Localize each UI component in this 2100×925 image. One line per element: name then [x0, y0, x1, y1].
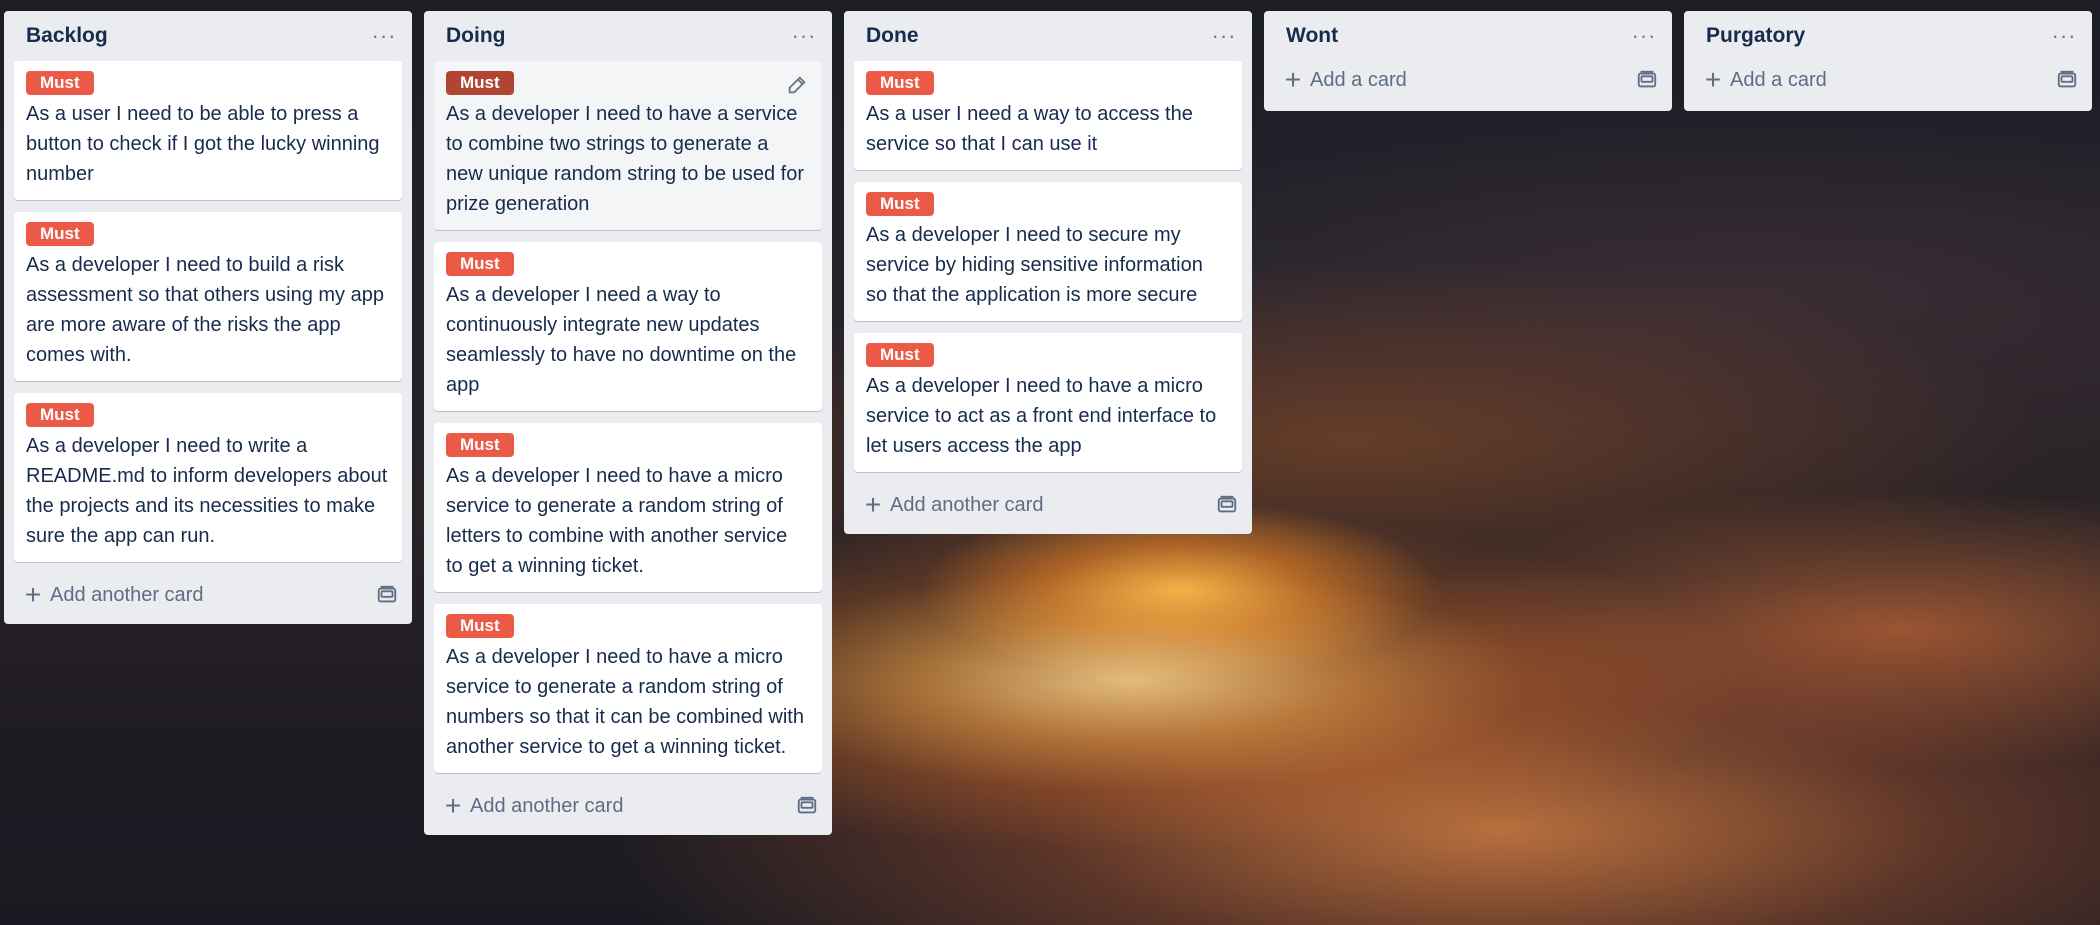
card-title: As a developer I need a way to continuou… — [446, 284, 797, 396]
card-template-icon[interactable] — [796, 795, 818, 817]
list-footer: + Add a card — [1684, 55, 2092, 105]
card-template-icon[interactable] — [1636, 69, 1658, 91]
add-card-label: Add another card — [470, 794, 624, 817]
label-must: Must — [446, 433, 514, 457]
add-card-label: Add a card — [1730, 68, 1827, 91]
card-title: As a user I need a way to access the ser… — [866, 103, 1193, 155]
add-card-label: Add another card — [50, 583, 204, 606]
card[interactable]: Must As a developer I need to have a ser… — [434, 61, 822, 230]
list-title[interactable]: Doing — [446, 24, 505, 48]
plus-icon: + — [1704, 64, 1722, 95]
card[interactable]: Must As a developer I need a way to cont… — [434, 242, 822, 411]
list-menu-icon[interactable]: ··· — [2050, 25, 2078, 47]
list-purgatory: Purgatory ··· + Add a card — [1684, 11, 2092, 111]
card-template-icon[interactable] — [1216, 494, 1238, 516]
card-title: As a developer I need to secure my servi… — [866, 224, 1203, 306]
list-menu-icon[interactable]: ··· — [1210, 25, 1238, 47]
list-title[interactable]: Wont — [1286, 24, 1338, 48]
card[interactable]: Must As a developer I need to write a RE… — [14, 393, 402, 562]
label-must: Must — [26, 71, 94, 95]
plus-icon: + — [1284, 64, 1302, 95]
add-card-label: Add a card — [1310, 68, 1407, 91]
card-list: Must As a developer I need to have a ser… — [424, 61, 832, 773]
list-header: Backlog ··· — [4, 11, 412, 61]
list-wont: Wont ··· + Add a card — [1264, 11, 1672, 111]
plus-icon: + — [444, 790, 462, 821]
label-must: Must — [26, 403, 94, 427]
label-must: Must — [26, 222, 94, 246]
add-card-button[interactable]: + Add another card — [442, 790, 624, 821]
plus-icon: + — [864, 489, 882, 520]
list-header: Done ··· — [844, 11, 1252, 61]
card-title: As a developer I need to have a micro se… — [446, 646, 804, 758]
card-title: As a developer I need to have a service … — [446, 103, 804, 215]
card[interactable]: Must As a developer I need to secure my … — [854, 182, 1242, 321]
list-title[interactable]: Done — [866, 24, 919, 48]
card[interactable]: Must As a developer I need to build a ri… — [14, 212, 402, 381]
card[interactable]: Must As a developer I need to have a mic… — [434, 604, 822, 773]
list-footer: + Add another card — [4, 572, 412, 618]
label-must: Must — [446, 614, 514, 638]
list-done: Done ··· Must As a user I need a way to … — [844, 11, 1252, 534]
list-header: Purgatory ··· — [1684, 11, 2092, 61]
card-template-icon[interactable] — [376, 584, 398, 606]
card[interactable]: Must As a user I need a way to access th… — [854, 61, 1242, 170]
card[interactable]: Must As a developer I need to have a mic… — [854, 333, 1242, 472]
card-title: As a developer I need to have a micro se… — [866, 375, 1217, 457]
card-title: As a developer I need to build a risk as… — [26, 254, 384, 366]
board: Backlog ··· Must As a user I need to be … — [4, 11, 2092, 835]
add-card-button[interactable]: + Add another card — [862, 489, 1044, 520]
card-list: Must As a user I need to be able to pres… — [4, 61, 412, 562]
label-must: Must — [866, 343, 934, 367]
card-title: As a developer I need to write a README.… — [26, 435, 388, 547]
pencil-icon[interactable] — [786, 74, 808, 96]
plus-icon: + — [24, 579, 42, 610]
add-card-button[interactable]: + Add a card — [1702, 66, 1827, 94]
card-title: As a developer I need to have a micro se… — [446, 465, 788, 577]
label-must: Must — [446, 71, 514, 95]
list-footer: + Add another card — [424, 783, 832, 829]
card[interactable]: Must As a developer I need to have a mic… — [434, 423, 822, 592]
list-menu-icon[interactable]: ··· — [790, 25, 818, 47]
add-card-button[interactable]: + Add a card — [1282, 66, 1407, 94]
list-title[interactable]: Purgatory — [1706, 24, 1805, 48]
list-header: Wont ··· — [1264, 11, 1672, 61]
add-card-button[interactable]: + Add another card — [22, 579, 204, 610]
card-list: Must As a user I need a way to access th… — [844, 61, 1252, 472]
list-header: Doing ··· — [424, 11, 832, 61]
label-must: Must — [866, 192, 934, 216]
list-footer: + Add another card — [844, 482, 1252, 528]
list-doing: Doing ··· Must As a developer I need to … — [424, 11, 832, 835]
list-footer: + Add a card — [1264, 55, 1672, 105]
list-menu-icon[interactable]: ··· — [1630, 25, 1658, 47]
label-must: Must — [866, 71, 934, 95]
card-title: As a user I need to be able to press a b… — [26, 103, 380, 185]
label-must: Must — [446, 252, 514, 276]
list-menu-icon[interactable]: ··· — [370, 25, 398, 47]
list-title[interactable]: Backlog — [26, 24, 108, 48]
list-backlog: Backlog ··· Must As a user I need to be … — [4, 11, 412, 624]
card[interactable]: Must As a user I need to be able to pres… — [14, 61, 402, 200]
card-template-icon[interactable] — [2056, 69, 2078, 91]
add-card-label: Add another card — [890, 493, 1044, 516]
